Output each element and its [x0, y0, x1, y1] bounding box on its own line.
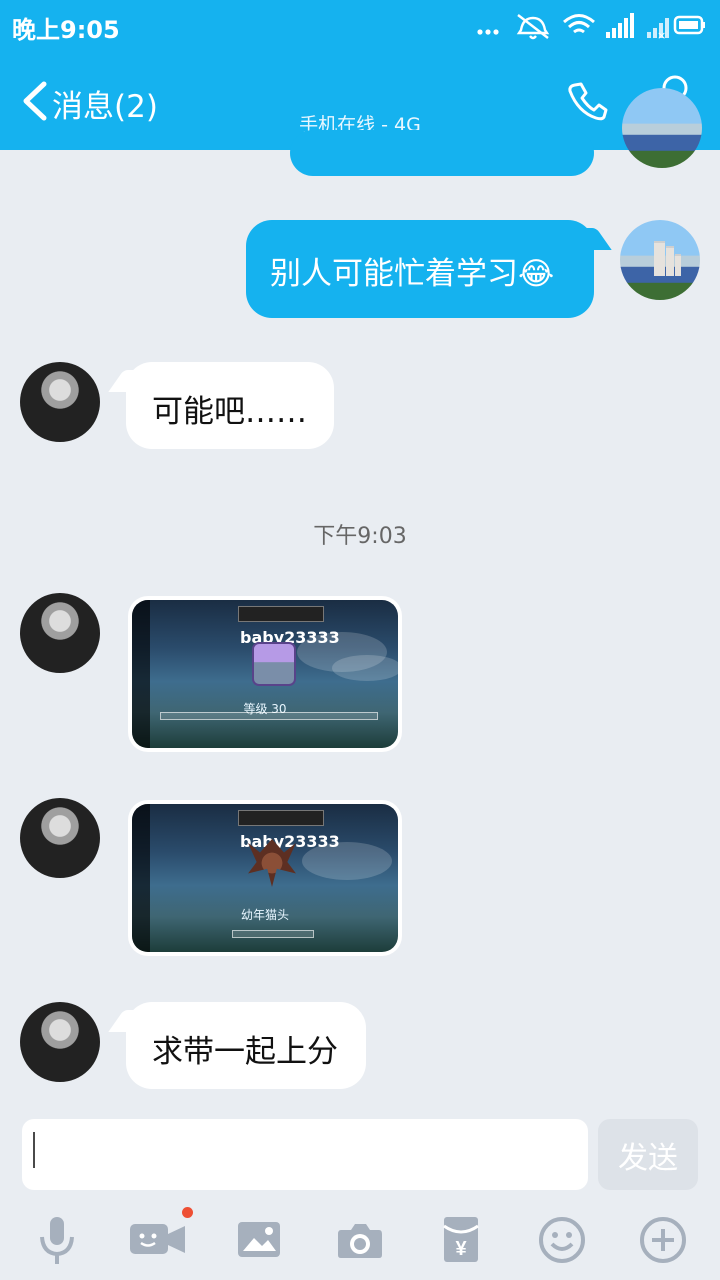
red-packet-icon[interactable]: ¥ — [431, 1210, 491, 1270]
text-cursor — [33, 1132, 35, 1168]
send-button[interactable]: 发送 — [598, 1119, 698, 1190]
chest-picture — [252, 642, 296, 686]
message-text: 求带一起上分 — [152, 1034, 338, 1070]
more-dots-icon — [477, 29, 483, 35]
message-text: 可能吧…… — [152, 394, 307, 430]
video-icon[interactable] — [128, 1207, 193, 1270]
message-text: 别人可能忙着学习😂 — [270, 256, 555, 292]
friend-avatar[interactable] — [20, 362, 100, 442]
voice-mic-icon[interactable] — [27, 1210, 87, 1270]
game-screenshot-thumbnail: baby23333 等级 30 — [132, 600, 398, 748]
picture-icon[interactable] — [229, 1210, 289, 1270]
status-bar: 晚上9:05 × — [0, 0, 720, 50]
mute-bell-icon — [516, 14, 550, 40]
phone-call-icon[interactable] — [565, 78, 609, 122]
notification-dot — [182, 1207, 193, 1218]
message-list[interactable]: 别人可能忙着学习😂 可能吧…… 下午9:03 baby23333 等级 30 b… — [0, 88, 720, 1110]
chat-toolbar: ¥ — [0, 1202, 720, 1280]
status-icon-row: × — [477, 13, 705, 42]
message-bubble-left[interactable]: 可能吧…… — [108, 362, 334, 449]
message-bubble-right[interactable]: 别人可能忙着学习😂 — [246, 220, 612, 318]
plus-icon[interactable] — [633, 1210, 693, 1270]
signal-weak-icon: × — [647, 18, 669, 42]
svg-text:¥: ¥ — [455, 1238, 467, 1260]
friend-avatar[interactable] — [20, 593, 100, 673]
previous-message-bubble — [290, 130, 594, 176]
camera-icon[interactable] — [330, 1210, 390, 1270]
emoji-icon[interactable] — [532, 1210, 592, 1270]
message-input[interactable] — [22, 1119, 588, 1190]
my-avatar[interactable] — [622, 88, 702, 168]
signal-icon — [606, 13, 634, 38]
svg-text:×: × — [657, 29, 666, 40]
status-time: 晚上9:05 — [12, 16, 120, 44]
timestamp: 下午9:03 — [313, 524, 407, 549]
game-screenshot-thumbnail: baby23333 幼年猫头 — [132, 804, 398, 952]
battery-icon — [673, 15, 705, 35]
wifi-icon — [563, 14, 595, 34]
message-bubble-left[interactable]: 求带一起上分 — [108, 1002, 366, 1089]
status-icons: × — [446, 10, 706, 42]
friend-avatar[interactable] — [20, 798, 100, 878]
friend-avatar[interactable] — [20, 1002, 100, 1082]
image-caption: 幼年猫头 — [240, 908, 289, 922]
image-message[interactable]: baby23333 幼年猫头 — [128, 800, 402, 956]
image-message[interactable]: baby23333 等级 30 — [128, 596, 402, 752]
message-input-bar: 发送 — [0, 1110, 720, 1202]
my-avatar[interactable] — [620, 220, 700, 300]
